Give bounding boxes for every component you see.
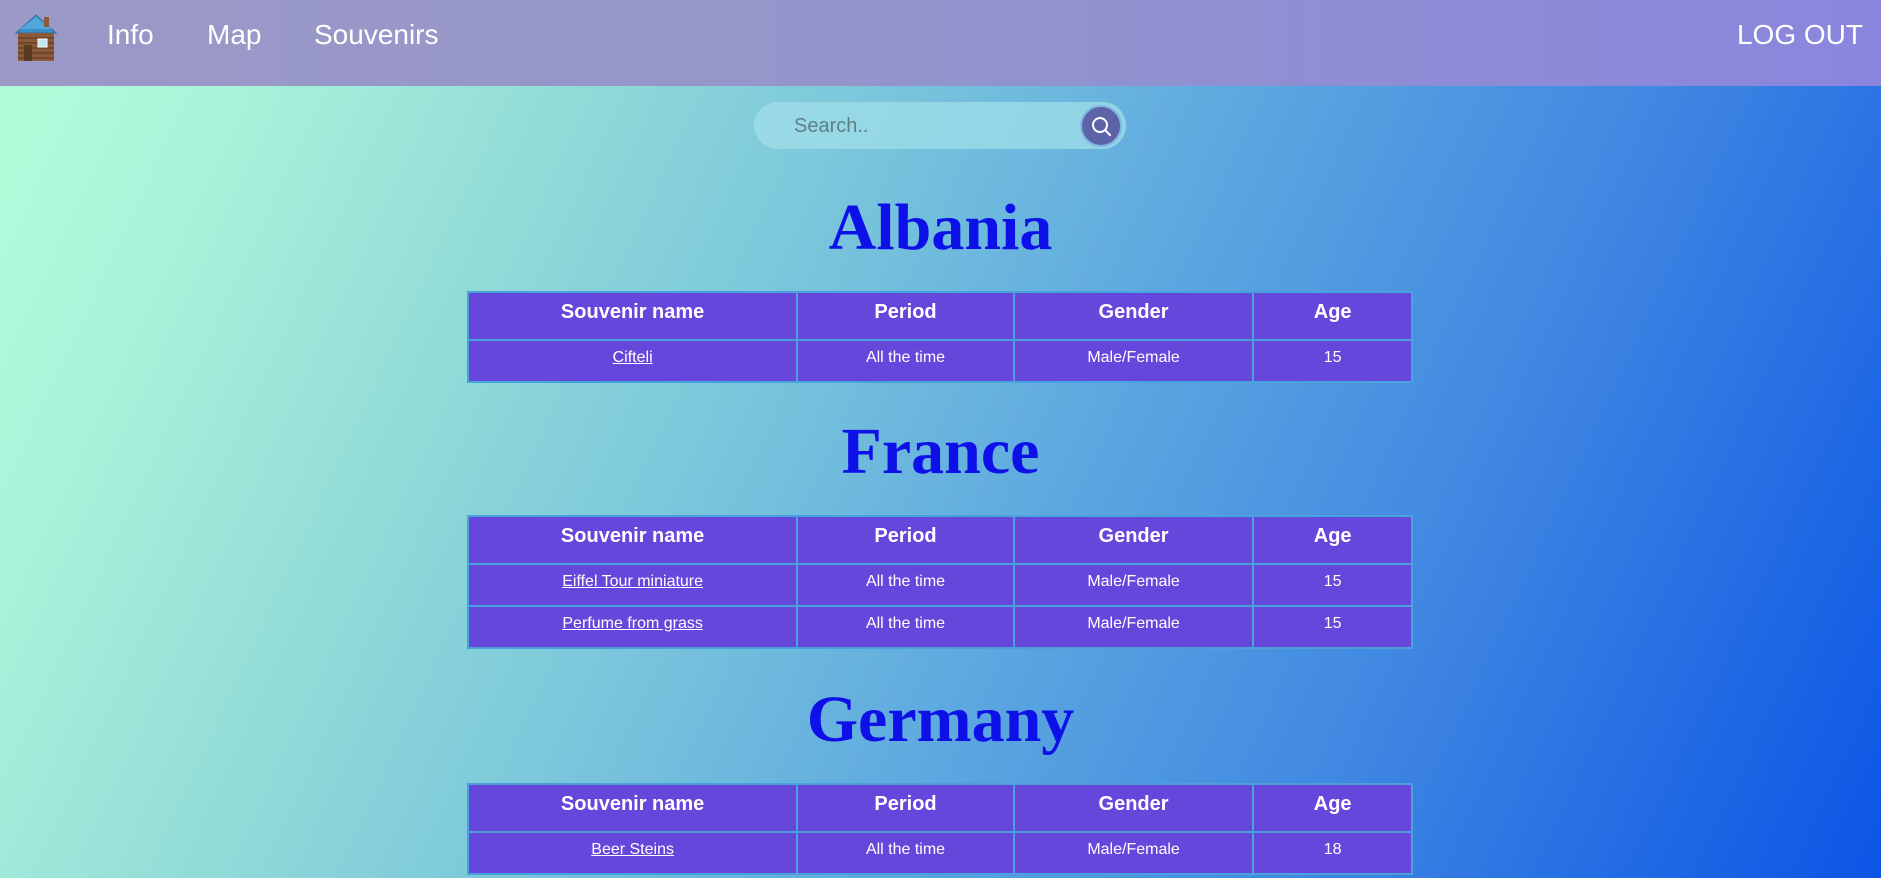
header-age: Age [1252,291,1413,341]
country-title-france: France [841,415,1040,488]
cell-souvenir-name: Perfume from grass [466,605,799,649]
cell-souvenir-name: Beer Steins [466,831,799,875]
header-souvenir-name: Souvenir name [466,291,799,341]
header-period: Period [796,291,1015,341]
header-period: Period [796,515,1015,565]
search-icon [1092,117,1111,136]
search-bar [754,102,1126,149]
table-header-row: Souvenir name Period Gender Age [466,783,1413,833]
cell-period: All the time [796,563,1015,607]
country-title-albania: Albania [828,191,1053,264]
logout-link[interactable]: LOG OUT [1737,18,1863,52]
nav-link-map[interactable]: Map [207,18,261,52]
cell-souvenir-name: Cifteli [466,339,799,383]
header-period: Period [796,783,1015,833]
header-gender: Gender [1012,783,1255,833]
search-input[interactable] [778,108,1086,144]
cell-gender: Male/Female [1012,563,1255,607]
souvenir-link[interactable]: Beer Steins [591,841,674,858]
top-navbar: Info Map Souvenirs LOG OUT [0,0,1881,86]
souvenir-link[interactable]: Cifteli [613,349,653,366]
cell-period: All the time [796,339,1015,383]
nav-link-info[interactable]: Info [107,18,154,52]
souvenir-link[interactable]: Perfume from grass [562,615,702,632]
souvenir-link[interactable]: Eiffel Tour miniature [562,573,703,590]
souvenir-table-germany: Souvenir name Period Gender Age Beer Ste… [466,783,1413,875]
table-row: Cifteli All the time Male/Female 15 [466,339,1413,383]
header-age: Age [1252,783,1413,833]
table-row: Eiffel Tour miniature All the time Male/… [466,563,1413,607]
table-header-row: Souvenir name Period Gender Age [466,291,1413,341]
cell-age: 18 [1252,831,1413,875]
table-row: Beer Steins All the time Male/Female 18 [466,831,1413,875]
souvenir-table-albania: Souvenir name Period Gender Age Cifteli … [466,291,1413,383]
cell-souvenir-name: Eiffel Tour miniature [466,563,799,607]
table-header-row: Souvenir name Period Gender Age [466,515,1413,565]
search-button[interactable] [1080,105,1122,147]
cell-age: 15 [1252,605,1413,649]
cell-gender: Male/Female [1012,831,1255,875]
country-title-germany: Germany [806,683,1075,756]
header-souvenir-name: Souvenir name [466,783,799,833]
header-gender: Gender [1012,291,1255,341]
cell-gender: Male/Female [1012,339,1255,383]
cell-age: 15 [1252,339,1413,383]
header-gender: Gender [1012,515,1255,565]
cell-gender: Male/Female [1012,605,1255,649]
cell-period: All the time [796,605,1015,649]
cell-age: 15 [1252,563,1413,607]
souvenir-table-france: Souvenir name Period Gender Age Eiffel T… [466,515,1413,649]
header-age: Age [1252,515,1413,565]
header-souvenir-name: Souvenir name [466,515,799,565]
cell-period: All the time [796,831,1015,875]
log-cabin-icon[interactable] [10,9,62,65]
nav-link-souvenirs[interactable]: Souvenirs [314,18,439,52]
table-row: Perfume from grass All the time Male/Fem… [466,605,1413,649]
